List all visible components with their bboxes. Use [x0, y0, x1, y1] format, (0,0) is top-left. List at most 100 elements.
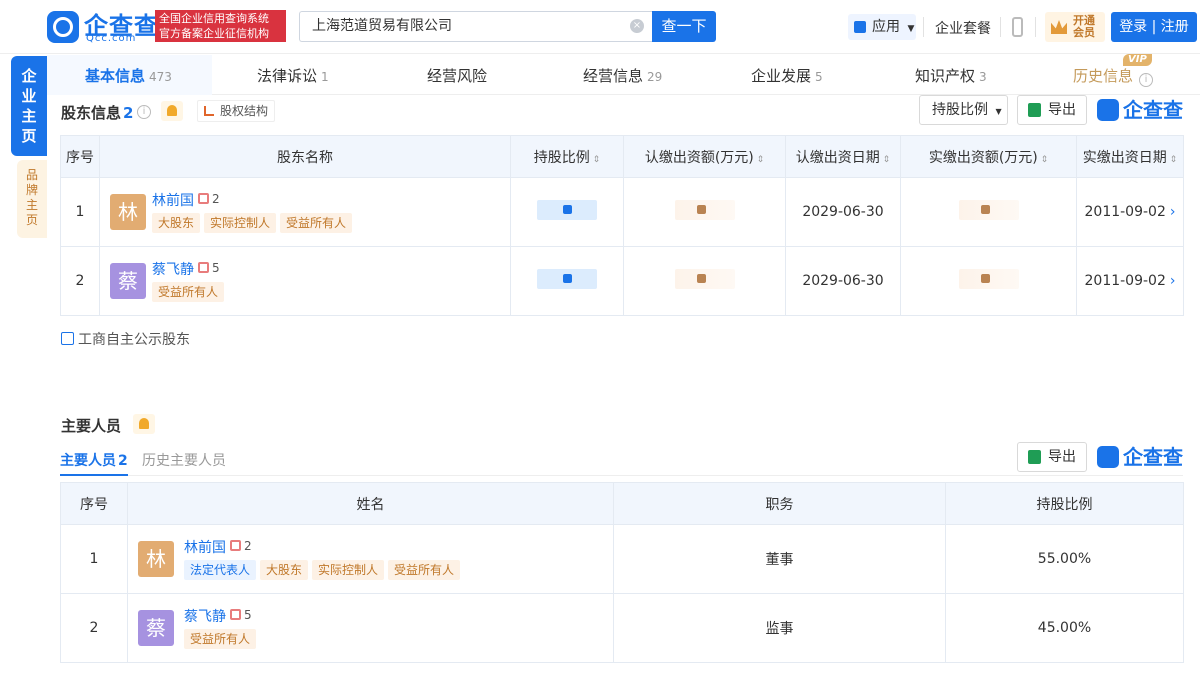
- tag: 受益所有人: [388, 560, 461, 580]
- vip-badge: VIP: [1123, 54, 1152, 66]
- tag: 法定代表人: [184, 560, 257, 580]
- mobile-icon[interactable]: [1012, 17, 1023, 37]
- subscribed-date-cell: 2029-06-30: [785, 177, 901, 247]
- tab-risk[interactable]: 经营风险: [427, 65, 487, 86]
- tag: 大股东: [152, 213, 201, 233]
- tag-group: 大股东 实际控制人 受益所有人: [152, 213, 356, 233]
- export-button[interactable]: 导出: [1017, 442, 1087, 472]
- side-tab-brand-home-label: 品牌主页: [26, 168, 39, 227]
- lock-icon[interactable]: [537, 269, 597, 289]
- main-tab-bar: 基本信息 473 法律诉讼 1 经营风险 经营信息 29 企业发展 5 知识产权 3 历史…: [47, 55, 1200, 95]
- col-paid-date[interactable]: 实缴出资日期 ⇕: [1076, 135, 1184, 178]
- qcc-logo-icon[interactable]: [47, 11, 79, 43]
- vip-lock-icon[interactable]: [958, 269, 1019, 289]
- vip-lock-icon[interactable]: [958, 200, 1019, 220]
- tab-ip[interactable]: 知识产权 3: [915, 65, 987, 86]
- enterprise-package-link[interactable]: 企业套餐: [935, 18, 991, 38]
- divider: [1000, 17, 1001, 37]
- row-index: 2: [60, 246, 100, 316]
- side-tab-brand-home[interactable]: 品牌主页: [17, 160, 47, 238]
- bell-icon[interactable]: [161, 101, 183, 121]
- col-ratio: 持股比例: [945, 482, 1184, 525]
- row-index: 1: [60, 177, 100, 247]
- person-name-link[interactable]: 蔡飞静: [184, 606, 226, 626]
- shareholder-cell: 林 林前国 2 大股东 实际控制人 受益所有人: [99, 177, 511, 247]
- col-subscribed-amount[interactable]: 认缴出资额(万元) ⇕: [623, 135, 786, 178]
- ratio-dropdown-label: 持股比例: [932, 102, 988, 118]
- tag: 实际控制人: [204, 213, 277, 233]
- lock-icon[interactable]: [537, 200, 597, 220]
- subscribed-amount-cell[interactable]: [623, 246, 786, 316]
- tab-basic-info[interactable]: 基本信息 473: [85, 65, 172, 86]
- person-cell: 蔡 蔡飞静 5 受益所有人: [127, 593, 614, 663]
- vip-lock-icon[interactable]: [674, 200, 735, 220]
- person-name-link[interactable]: 蔡飞静: [152, 259, 194, 279]
- subtab-history-personnel[interactable]: 历史主要人员: [142, 450, 226, 470]
- col-index: 序号: [60, 482, 128, 525]
- paid-date-cell[interactable]: 2011-09-02 ›: [1076, 177, 1184, 247]
- paid-amount-cell[interactable]: [900, 246, 1077, 316]
- export-label: 导出: [1048, 449, 1076, 465]
- vip-lock-icon[interactable]: [674, 269, 735, 289]
- relation-count[interactable]: 2: [230, 539, 252, 553]
- personnel-title: 主要人员: [61, 417, 122, 435]
- qcc-brand-mark: 企查查: [1097, 445, 1183, 469]
- app-menu-label: 应用: [872, 19, 900, 35]
- avatar: 林: [110, 194, 146, 230]
- info-icon[interactable]: i: [137, 105, 151, 119]
- subtab-current-personnel[interactable]: 主要人员 2: [60, 450, 128, 476]
- side-tab-company-home[interactable]: 企业主页: [11, 56, 47, 156]
- vip-label: 开通 会员: [1073, 14, 1095, 39]
- export-label: 导出: [1048, 102, 1076, 118]
- grid-icon: [854, 21, 866, 33]
- tab-business[interactable]: 经营信息 29: [583, 65, 662, 86]
- col-role: 职务: [613, 482, 946, 525]
- caret-down-icon: ▼: [907, 24, 915, 34]
- caret-down-icon: ▼: [995, 107, 1002, 116]
- side-tab-company-home-label: 企业主页: [21, 67, 37, 145]
- app-menu-button[interactable]: 应用 ▼: [848, 14, 916, 40]
- relation-icon: [198, 262, 209, 273]
- ratio-dropdown[interactable]: 持股比例 ▼: [919, 95, 1008, 125]
- relation-icon: [230, 609, 241, 620]
- col-subscribed-date[interactable]: 认缴出资日期 ⇕: [785, 135, 901, 178]
- tab-development[interactable]: 企业发展 5: [751, 65, 823, 86]
- ratio-cell: 45.00%: [945, 593, 1184, 663]
- avatar: 蔡: [110, 263, 146, 299]
- relation-count[interactable]: 5: [230, 608, 252, 622]
- divider: [923, 17, 924, 37]
- login-register-button[interactable]: 登录 | 注册: [1111, 12, 1197, 42]
- tab-history[interactable]: 历史信息 i: [1073, 65, 1154, 87]
- avatar: 林: [138, 541, 174, 577]
- equity-structure-button[interactable]: 股权结构: [197, 100, 276, 122]
- ratio-cell[interactable]: [510, 246, 624, 316]
- search-button[interactable]: 查一下: [652, 11, 716, 42]
- paid-amount-cell[interactable]: [900, 177, 1077, 247]
- export-button[interactable]: 导出: [1017, 95, 1087, 125]
- clear-icon[interactable]: ×: [630, 19, 644, 33]
- equity-structure-label: 股权结构: [220, 104, 269, 118]
- divider: [1035, 17, 1036, 37]
- col-paid-amount[interactable]: 实缴出资额(万元) ⇕: [900, 135, 1077, 178]
- public-shareholders-link[interactable]: 工商自主公示股东: [61, 329, 190, 349]
- table-row: 1 林 林前国 2 大股东 实际控制人 受益所有人 2029-06-30 2011-…: [60, 177, 1184, 247]
- col-ratio[interactable]: 持股比例 ⇕: [510, 135, 624, 178]
- person-cell: 林 林前国 2 法定代表人 大股东 实际控制人 受益所有人: [127, 524, 614, 594]
- open-vip-button[interactable]: 开通 会员: [1045, 12, 1105, 42]
- chevron-right-icon: ›: [1169, 273, 1176, 289]
- person-name-link[interactable]: 林前国: [152, 190, 194, 210]
- relation-count[interactable]: 5: [198, 261, 220, 275]
- info-icon: i: [1139, 73, 1154, 87]
- relation-count[interactable]: 2: [198, 192, 220, 206]
- table-row: 2 蔡 蔡飞静 5 受益所有人 2029-06-30 2011-09-02 ›: [60, 246, 1184, 316]
- paid-date-cell[interactable]: 2011-09-02 ›: [1076, 246, 1184, 316]
- bell-icon[interactable]: [133, 414, 155, 434]
- tab-legal[interactable]: 法律诉讼 1: [257, 65, 329, 86]
- subscribed-amount-cell[interactable]: [623, 177, 786, 247]
- ratio-cell[interactable]: [510, 177, 624, 247]
- search-input[interactable]: 上海范道贸易有限公司: [299, 11, 652, 42]
- avatar: 蔡: [138, 610, 174, 646]
- subscribed-date-cell: 2029-06-30: [785, 246, 901, 316]
- excel-icon: [1028, 450, 1041, 464]
- person-name-link[interactable]: 林前国: [184, 537, 226, 557]
